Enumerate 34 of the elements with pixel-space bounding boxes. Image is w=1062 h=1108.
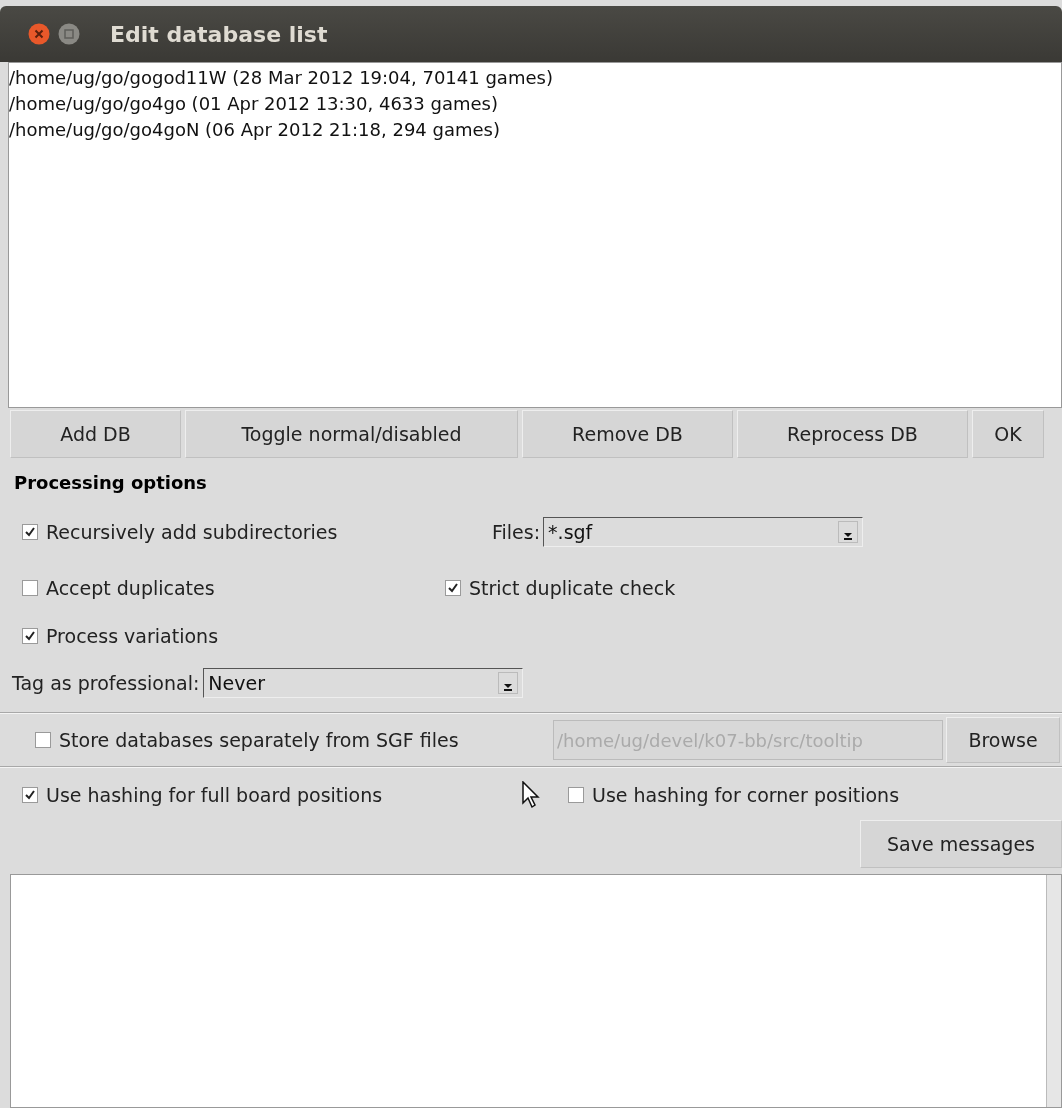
scrollbar[interactable] [1046,875,1061,1107]
checkbox[interactable] [445,580,461,596]
checkbox[interactable] [568,786,584,803]
dialog-button[interactable]: Remove DB [522,410,733,458]
dialog-button[interactable]: OK [972,410,1044,458]
database-entry[interactable]: /home/ug/go/go4go (01 Apr 2012 13:30, 4633 games) [9,91,498,117]
checkbox[interactable] [35,731,51,748]
dialog-button[interactable]: Toggle normal/disabled [185,410,518,458]
checkbox-label: Accept duplicates [46,576,215,599]
dropdown[interactable]: Never [203,668,524,698]
minimize-icon[interactable] [58,23,80,45]
checkbox-label: Use hashing for full board positions [46,784,383,806]
field-label: Tag as professional: [12,672,200,694]
section-heading: Processing options [13,471,207,495]
checkbox[interactable] [22,579,38,596]
database-entry[interactable]: /home/ug/go/go4goN (06 Apr 2012 21:18, 294 games) [9,117,500,143]
database-entry[interactable]: /home/ug/go/gogod11W (28 Mar 2012 19:04, 70141 games) [9,65,553,91]
mouse-pointer-icon [522,781,542,809]
window-title: Edit database list [110,21,328,47]
dropdown[interactable]: *.sgf [543,517,864,547]
browse-button[interactable]: Browse [946,717,1060,763]
field-label: Files: [492,521,541,543]
dialog-button[interactable]: Add DB [10,410,181,458]
checkbox[interactable] [22,628,38,644]
checkbox-label: Strict duplicate check [469,577,676,599]
checkbox-label: Use hashing for corner positions [592,783,900,806]
checkbox[interactable] [22,524,38,540]
checkbox[interactable] [22,787,38,803]
checkbox-label: Store databases separately from SGF files [59,728,459,751]
checkbox-label: Recursively add subdirectories [46,521,338,543]
dialog-button[interactable]: Reprocess DB [737,410,968,458]
checkbox-label: Process variations [46,625,219,647]
save-messages-button[interactable]: Save messages [860,820,1062,868]
close-icon[interactable] [28,23,50,45]
